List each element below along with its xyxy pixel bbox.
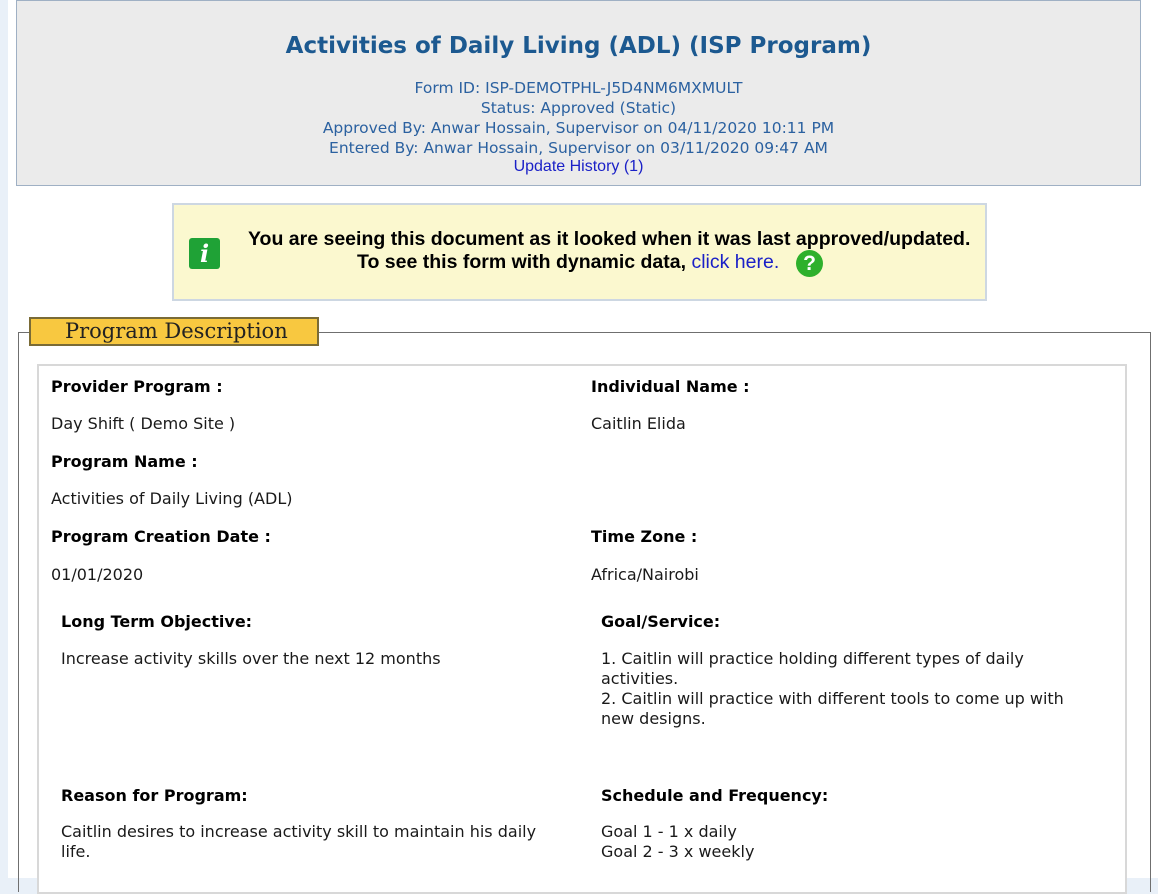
static-document-notice: i You are seeing this document as it loo… [172,203,987,301]
schedule-frequency-label: Schedule and Frequency: [601,786,829,805]
schedule-frequency-value: Goal 1 - 1 x daily Goal 2 - 3 x weekly [601,822,755,861]
program-creation-date-value: 01/01/2020 [51,565,144,584]
update-history-link[interactable]: Update History (1) [17,158,1140,176]
provider-program-value: Day Shift ( Demo Site ) [51,414,236,433]
provider-program-label: Provider Program : [51,377,223,396]
program-creation-date-label: Program Creation Date : [51,527,271,546]
program-name-value: Activities of Daily Living (ADL) [51,489,293,508]
notice-line-1: You are seeing this document as it looke… [248,228,971,250]
form-title: Activities of Daily Living (ADL) (ISP Pr… [285,33,872,59]
click-here-link[interactable]: click here. [691,251,779,273]
individual-name-value: Caitlin Elida [591,414,686,433]
reason-for-program-label: Reason for Program: [61,786,248,805]
help-icon[interactable]: ? [796,250,823,277]
reason-for-program-value: Caitlin desires to increase activity ski… [61,822,537,861]
long-term-objective-value: Increase activity skills over the next 1… [61,649,441,668]
entered-by: Entered By: Anwar Hossain, Supervisor on… [329,139,828,157]
form-page: Activities of Daily Living (ADL) (ISP Pr… [8,0,1158,894]
long-term-objective-label: Long Term Objective: [61,612,253,631]
program-name-label: Program Name : [51,452,198,471]
form-header: Activities of Daily Living (ADL) (ISP Pr… [16,0,1141,186]
notice-line-2-text: To see this form with dynamic data, [357,251,687,273]
approved-by: Approved By: Anwar Hossain, Supervisor o… [322,119,835,137]
goal-service-value: 1. Caitlin will practice holding differe… [601,649,1064,728]
form-status: Status: Approved (Static) [480,99,677,117]
form-id: Form ID: ISP-DEMOTPHL-J5D4NM6MXMULT [414,79,743,97]
info-icon: i [189,238,220,269]
page-gutter [0,0,8,878]
time-zone-label: Time Zone : [591,527,698,546]
notice-line-2: To see this form with dynamic data, clic… [357,251,779,274]
goal-service-label: Goal/Service: [601,612,721,631]
time-zone-value: Africa/Nairobi [591,565,699,584]
section-title: Program Description [29,317,319,346]
individual-name-label: Individual Name : [591,377,750,396]
